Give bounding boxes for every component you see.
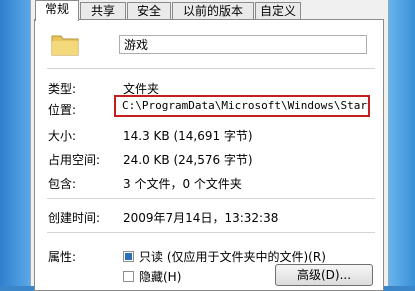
folder-icon bbox=[51, 35, 79, 56]
tab-security[interactable]: 安全 bbox=[127, 2, 171, 20]
tab-sharing[interactable]: 共享 bbox=[80, 2, 126, 20]
tab-previous-versions[interactable]: 以前的版本 bbox=[172, 2, 254, 20]
desktop-background-right bbox=[387, 0, 415, 286]
type-label: 类型: bbox=[48, 82, 77, 96]
disk-size-label: 占用空间: bbox=[48, 153, 101, 167]
desktop-background-left bbox=[0, 0, 30, 286]
tab-customize[interactable]: 自定义 bbox=[255, 2, 301, 20]
divider bbox=[47, 68, 375, 69]
attributes-label: 属性: bbox=[48, 250, 77, 264]
properties-dialog: 常规 共享 安全 以前的版本 自定义 游戏 类型: 文件夹 位置: C:\Pro… bbox=[30, 0, 389, 291]
tab-bar: 常规 共享 安全 以前的版本 自定义 bbox=[31, 0, 388, 21]
contains-value: 3 个文件，0 个文件夹 bbox=[123, 177, 242, 191]
hidden-checkbox[interactable] bbox=[123, 271, 134, 282]
general-tab-panel: 游戏 类型: 文件夹 位置: C:\ProgramData\Microsoft\… bbox=[34, 19, 384, 291]
hidden-checkbox-label[interactable]: 隐藏(H) bbox=[139, 268, 181, 285]
advanced-button[interactable]: 高级(D)... bbox=[275, 264, 373, 286]
location-value[interactable]: C:\ProgramData\Microsoft\Windows\Start M… bbox=[114, 95, 370, 117]
folder-name-input[interactable]: 游戏 bbox=[119, 35, 367, 54]
created-label: 创建时间: bbox=[48, 211, 101, 225]
tab-general[interactable]: 常规 bbox=[35, 0, 79, 21]
created-value: 2009年7月14日，13:32:38 bbox=[123, 211, 279, 225]
location-label: 位置: bbox=[48, 103, 77, 117]
divider bbox=[47, 232, 375, 233]
size-label: 大小: bbox=[48, 129, 77, 143]
contains-label: 包含: bbox=[48, 177, 77, 191]
disk-size-value: 24.0 KB (24,576 字节) bbox=[123, 153, 253, 167]
readonly-checkbox-label[interactable]: 只读 (仅应用于文件夹中的文件)(R) bbox=[139, 248, 326, 265]
size-value: 14.3 KB (14,691 字节) bbox=[123, 129, 253, 143]
readonly-checkbox[interactable] bbox=[123, 251, 134, 262]
divider bbox=[47, 198, 375, 199]
